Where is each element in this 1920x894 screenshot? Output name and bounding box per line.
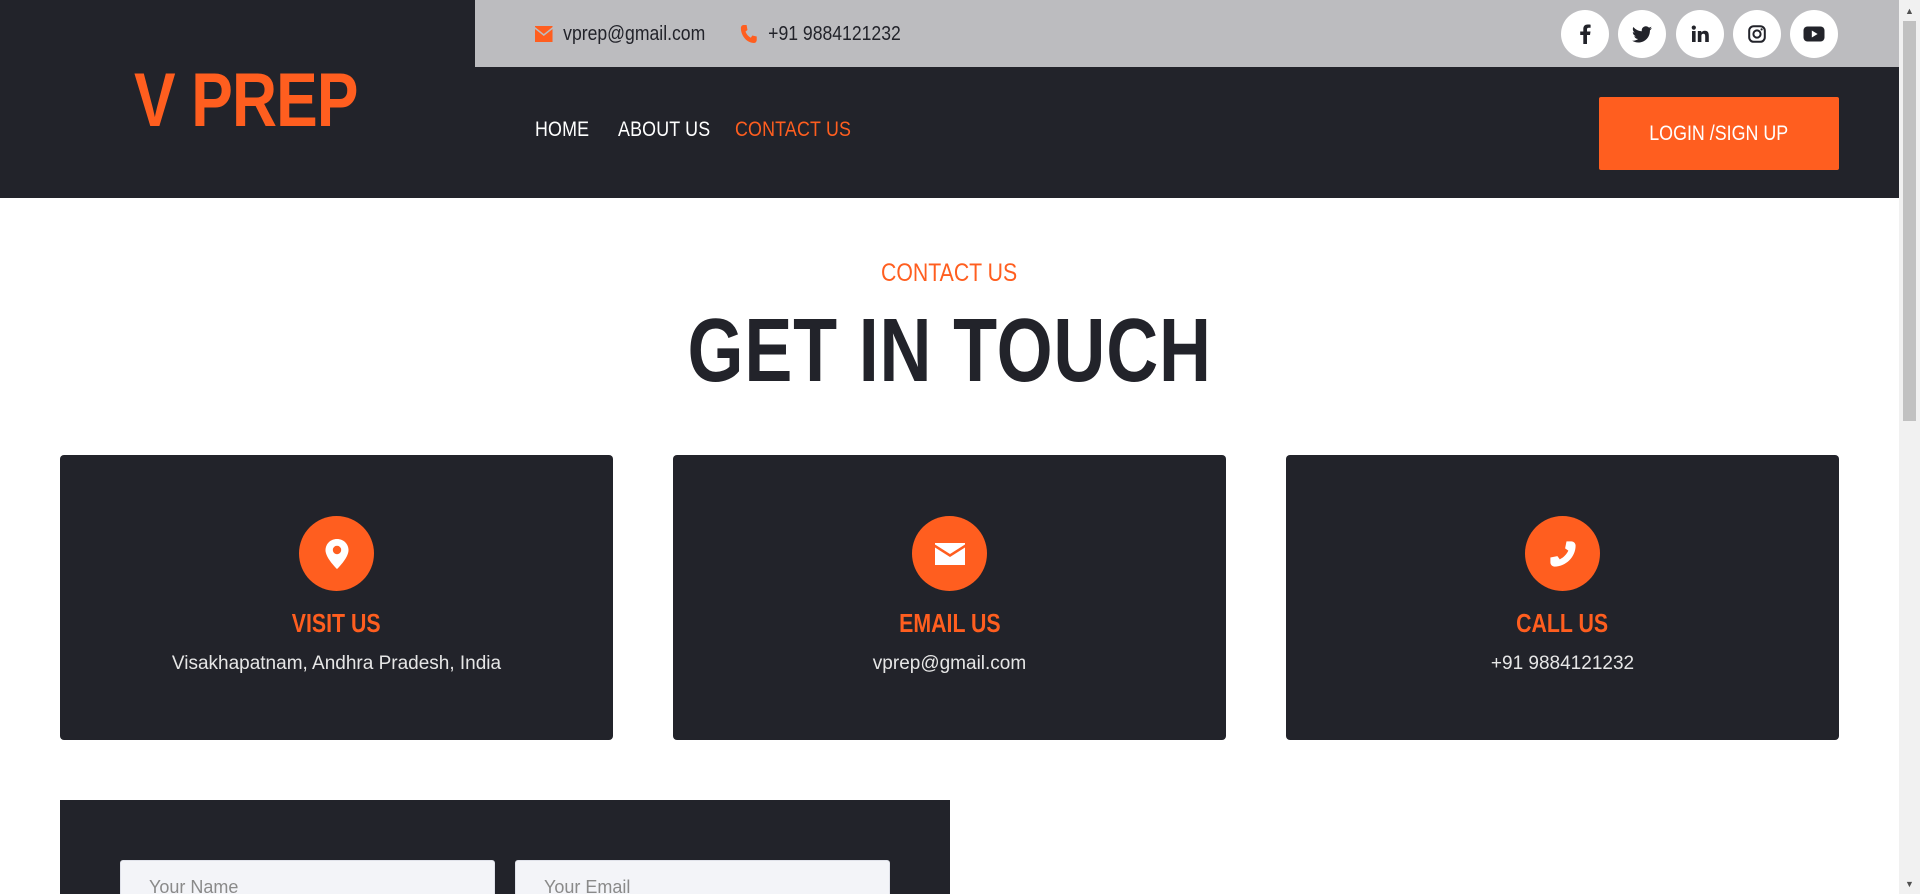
email-us-icon-circle (912, 516, 987, 591)
nav-home[interactable]: HOME (535, 118, 589, 142)
twitter-icon (1632, 25, 1652, 42)
youtube-icon (1803, 26, 1825, 42)
visit-us-icon-circle (299, 516, 374, 591)
login-signup-button[interactable]: LOGIN /SIGN UP (1599, 97, 1839, 170)
instagram-icon (1748, 25, 1766, 43)
site-header: V PREP vprep@gmail.com +91 9884121232 HO… (0, 0, 1899, 198)
visit-us-address: Visakhapatnam, Andhra Pradesh, India (171, 653, 502, 674)
login-signup-label: LOGIN /SIGN UP (1649, 121, 1789, 145)
topbar-phone[interactable]: +91 9884121232 (740, 20, 901, 48)
youtube-link[interactable] (1790, 10, 1838, 58)
section-kicker: CONTACT US (0, 259, 1899, 288)
scroll-thumb[interactable] (1903, 21, 1916, 421)
vertical-scrollbar[interactable]: ▲ ▼ (1899, 0, 1920, 894)
call-us-icon-circle (1525, 516, 1600, 591)
email-us-title-text: EMAIL US (898, 608, 1001, 638)
linkedin-link[interactable] (1676, 10, 1724, 58)
email-us-card: EMAIL US vprep@gmail.com (673, 455, 1226, 740)
linkedin-icon (1691, 25, 1709, 42)
twitter-link[interactable] (1618, 10, 1666, 58)
facebook-link[interactable] (1561, 10, 1609, 58)
email-us-address[interactable]: vprep@gmail.com (673, 653, 1226, 675)
envelope-icon (535, 26, 553, 42)
topbar-email[interactable]: vprep@gmail.com (535, 20, 705, 48)
top-contact-bar: vprep@gmail.com +91 9884121232 (475, 0, 1899, 67)
email-us-title: EMAIL US (673, 608, 1226, 639)
scroll-up-arrow-icon[interactable]: ▲ (1899, 0, 1920, 21)
call-us-number[interactable]: +91 9884121232 (1286, 653, 1839, 675)
map-pin-icon (325, 538, 348, 569)
brand-area: V PREP (0, 0, 475, 198)
contact-form-panel (60, 800, 950, 894)
site-logo[interactable]: V PREP (134, 56, 358, 146)
section-title-text: GET IN TOUCH (687, 301, 1212, 401)
visit-us-title-text: VISIT US (292, 608, 381, 638)
call-us-card: CALL US +91 9884121232 (1286, 455, 1839, 740)
topbar-phone-text: +91 9884121232 (768, 22, 901, 45)
call-us-title-text: CALL US (1516, 608, 1609, 638)
envelope-icon (934, 542, 965, 565)
nav-about-us[interactable]: ABOUT US (618, 118, 710, 142)
phone-icon (1549, 540, 1576, 567)
topbar-email-text: vprep@gmail.com (563, 22, 706, 45)
phone-icon (740, 25, 757, 43)
call-us-title: CALL US (1286, 608, 1839, 639)
nav-contact-us[interactable]: CONTACT US (735, 118, 851, 142)
facebook-icon (1580, 24, 1591, 44)
email-field[interactable] (515, 860, 890, 894)
scroll-down-arrow-icon[interactable]: ▼ (1899, 873, 1920, 894)
name-field[interactable] (120, 860, 495, 894)
visit-us-card: VISIT US Visakhapatnam, Andhra Pradesh, … (60, 455, 613, 740)
section-title: GET IN TOUCH (0, 296, 1899, 406)
instagram-link[interactable] (1733, 10, 1781, 58)
visit-us-title: VISIT US (60, 608, 613, 639)
section-kicker-text: CONTACT US (881, 259, 1018, 287)
page: V PREP vprep@gmail.com +91 9884121232 HO… (0, 0, 1899, 894)
